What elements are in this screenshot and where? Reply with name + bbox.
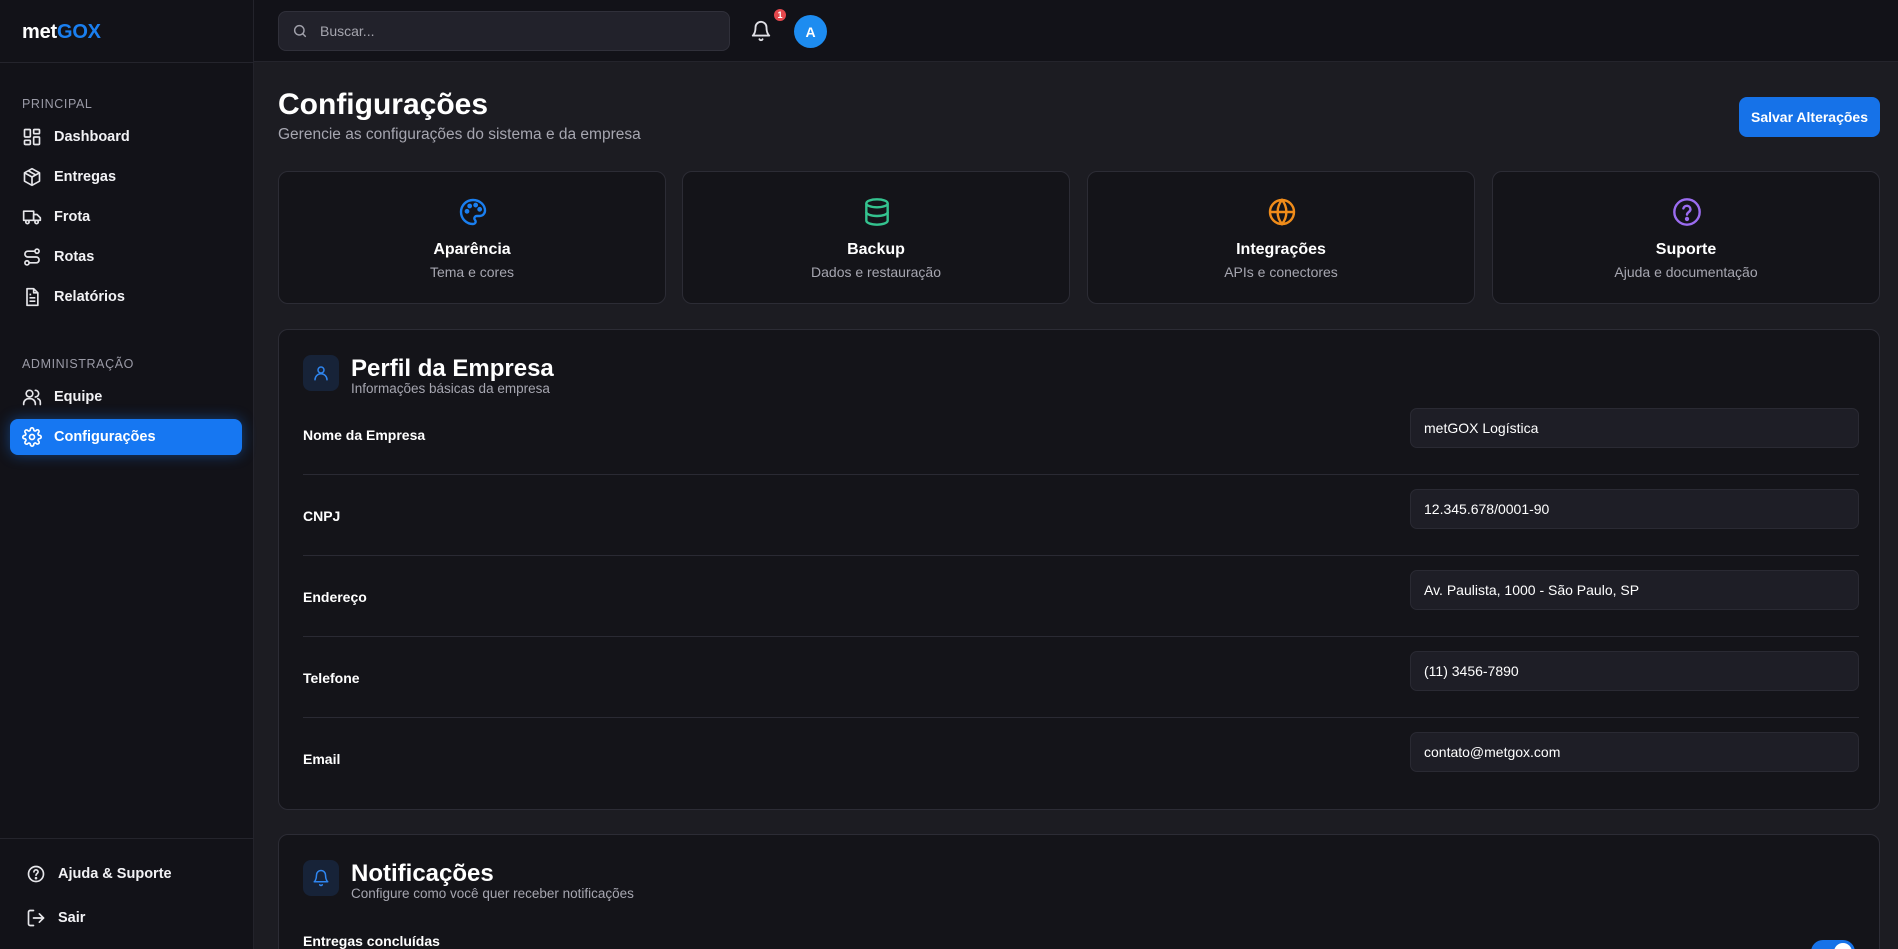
top-header: 1 A — [254, 0, 1898, 62]
search-input[interactable] — [320, 23, 700, 39]
section-label-principal: PRINCIPAL — [22, 97, 93, 111]
dashboard-icon — [22, 127, 42, 147]
field-label: Telefone — [303, 670, 360, 686]
route-icon — [22, 247, 42, 267]
page-subtitle: Gerencie as configurações do sistema e d… — [278, 126, 641, 143]
search-icon — [292, 23, 308, 39]
sidebar-item-label: Equipe — [54, 389, 103, 405]
brand-logo-part1: met — [22, 21, 57, 43]
sidebar-item-label: Entregas — [54, 169, 117, 185]
card-backup[interactable]: Backup Dados e restauração — [682, 171, 1070, 304]
notifications-panel: Notificações Configure como você quer re… — [278, 834, 1880, 949]
sidebar-item-dashboard[interactable]: Dashboard — [10, 119, 242, 155]
notification-count-badge: 1 — [774, 9, 786, 21]
help-circle-icon — [26, 864, 46, 884]
card-title: Integrações — [1236, 241, 1326, 258]
sidebar-item-equipe[interactable]: Equipe — [10, 379, 242, 415]
user-icon — [303, 355, 339, 391]
help-support-label: Ajuda & Suporte — [58, 866, 172, 882]
company-profile-panel: Perfil da Empresa Informações básicas da… — [278, 329, 1880, 810]
avatar[interactable]: A — [794, 15, 827, 48]
field-label: Endereço — [303, 589, 367, 605]
brand-logo[interactable]: metGOX — [22, 21, 101, 44]
page-title: Configurações — [278, 88, 489, 121]
notification-item-label: Entregas concluídas — [303, 933, 440, 949]
field-row-phone: Telefone — [303, 637, 1859, 718]
field-row-address: Endereço — [303, 556, 1859, 637]
notification-toggle[interactable] — [1811, 940, 1855, 949]
bell-icon — [303, 860, 339, 896]
sidebar-item-entregas[interactable]: Entregas — [10, 159, 242, 195]
globe-icon — [1266, 196, 1298, 228]
package-icon — [22, 167, 42, 187]
toggle-knob — [1834, 943, 1852, 949]
cnpj-field[interactable] — [1410, 489, 1859, 529]
card-suporte[interactable]: Suporte Ajuda e documentação — [1492, 171, 1880, 304]
field-label: Email — [303, 751, 341, 767]
save-changes-button[interactable]: Salvar Alterações — [1739, 97, 1880, 137]
sidebar-item-relatorios[interactable]: Relatórios — [10, 279, 242, 315]
panel-title: Notificações — [351, 860, 494, 887]
company-name-field[interactable] — [1410, 408, 1859, 448]
brand-logo-part2: GOX — [56, 21, 101, 43]
divider — [0, 62, 254, 63]
card-subtitle: Dados e restauração — [811, 264, 941, 280]
search-bar[interactable] — [278, 11, 730, 51]
bell-icon[interactable] — [750, 20, 772, 42]
field-row-email: Email — [303, 718, 1859, 799]
email-field[interactable] — [1410, 732, 1859, 772]
card-title: Suporte — [1655, 241, 1717, 258]
field-label: CNPJ — [303, 508, 341, 524]
card-title: Aparência — [433, 241, 511, 258]
panel-title: Perfil da Empresa — [351, 355, 554, 382]
sidebar-item-configuracoes[interactable]: Configurações — [10, 419, 242, 455]
logout-button[interactable]: Sair — [14, 900, 246, 936]
sidebar-item-rotas[interactable]: Rotas — [10, 239, 242, 275]
gear-icon — [22, 427, 42, 447]
logout-label: Sair — [58, 910, 86, 926]
sidebar-item-label: Dashboard — [54, 129, 130, 145]
field-row-cnpj: CNPJ — [303, 475, 1859, 556]
card-title: Backup — [847, 241, 905, 258]
section-label-administracao: ADMINISTRAÇÃO — [22, 357, 134, 371]
sidebar-item-label: Frota — [54, 209, 91, 225]
users-icon — [22, 387, 42, 407]
field-row-company-name: Nome da Empresa — [303, 394, 1859, 475]
card-subtitle: Tema e cores — [429, 264, 515, 280]
truck-icon — [22, 207, 42, 227]
field-label: Nome da Empresa — [303, 427, 426, 443]
sidebar-item-label: Relatórios — [54, 289, 125, 305]
sidebar: metGOX PRINCIPAL Dashboard Entregas Frot… — [0, 0, 254, 949]
sidebar-item-label: Rotas — [54, 249, 95, 265]
help-support-link[interactable]: Ajuda & Suporte — [14, 856, 246, 892]
card-integracoes[interactable]: Integrações APIs e conectores — [1087, 171, 1475, 304]
address-field[interactable] — [1410, 570, 1859, 610]
divider — [0, 838, 254, 839]
card-subtitle: APIs e conectores — [1224, 264, 1338, 280]
card-aparencia[interactable]: Aparência Tema e cores — [278, 171, 666, 304]
database-icon — [861, 196, 893, 228]
phone-field[interactable] — [1410, 651, 1859, 691]
card-subtitle: Ajuda e documentação — [1614, 264, 1758, 280]
sidebar-item-frota[interactable]: Frota — [10, 199, 242, 235]
panel-subtitle: Configure como você quer receber notific… — [351, 886, 634, 901]
palette-icon — [457, 196, 489, 228]
help-circle-icon — [1671, 196, 1703, 228]
report-icon — [22, 287, 42, 307]
logout-icon — [26, 908, 46, 928]
sidebar-item-label: Configurações — [54, 429, 156, 445]
